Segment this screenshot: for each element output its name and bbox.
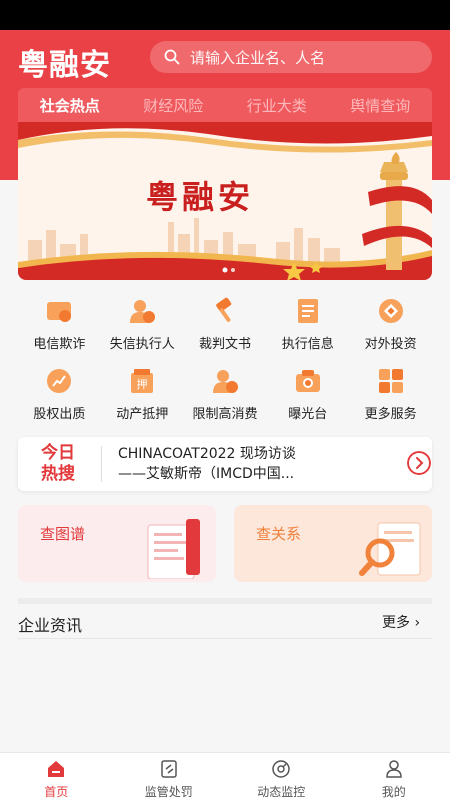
nav-label: 我的: [381, 785, 406, 799]
profile-icon: [385, 760, 402, 778]
hot-search-headline: CHINACOAT2022 现场访谈 ——艾敏斯帝（IMCD中国...: [118, 444, 378, 484]
gavel-icon: [216, 297, 232, 322]
relation-search-label: 查关系: [256, 525, 302, 543]
service-dishonest-person[interactable]: 失信执行人: [101, 295, 184, 365]
nav-home[interactable]: 首页: [0, 753, 113, 800]
tab-public-opinion[interactable]: 舆情查询: [329, 95, 433, 116]
nav-label: 动态监控: [257, 785, 306, 799]
consumption-limit-icon: [212, 370, 238, 393]
service-chattel-mortgage[interactable]: 押 动产抵押: [101, 365, 184, 435]
promo-banner[interactable]: 粤融安: [18, 122, 432, 280]
status-bar: [0, 0, 450, 30]
nav-label: 首页: [44, 785, 69, 799]
investment-icon: [378, 299, 403, 323]
service-label: 股权出质: [33, 407, 86, 422]
banner-title: 粤融安: [146, 178, 255, 216]
category-tabs: 社会热点 财经风险 行业大类 舆情查询: [18, 88, 432, 122]
hot-tag-line1: 今日: [41, 443, 75, 463]
service-label: 执行信息: [281, 337, 334, 352]
graph-search-label: 查图谱: [40, 525, 86, 543]
hot-headline-line2: ——艾敏斯帝（IMCD中国...: [118, 466, 295, 482]
graph-search-card[interactable]: 查图谱: [18, 505, 216, 582]
more-grid-icon: [378, 369, 403, 393]
service-telecom-fraud[interactable]: 电信欺诈: [18, 295, 101, 365]
hot-tag-line2: 热搜: [41, 464, 75, 484]
tab-industry-category[interactable]: 行业大类: [225, 95, 329, 116]
hot-search-tag: 今日 热搜: [34, 443, 82, 485]
service-label: 更多服务: [364, 407, 417, 422]
bottom-nav: 首页 监管处罚 动态监控 我的: [0, 752, 450, 800]
search-input[interactable]: 请输入企业名、人名: [150, 41, 432, 73]
mortgage-icon: 押: [131, 369, 154, 393]
document-illustration-icon: [147, 519, 200, 579]
home-icon: [48, 761, 65, 777]
header: 粤融安 请输入企业名、人名: [0, 30, 450, 85]
news-more-link[interactable]: 更多 ›: [382, 612, 420, 632]
service-consumption-limit[interactable]: 限制高消费: [184, 365, 267, 435]
divider: [101, 446, 102, 482]
hot-headline-line1: CHINACOAT2022 现场访谈: [118, 446, 296, 462]
dishonest-person-icon: [130, 300, 156, 323]
service-judgment-documents[interactable]: 裁判文书: [184, 295, 267, 365]
tab-financial-risk[interactable]: 财经风险: [122, 95, 226, 116]
chart-icon: [47, 369, 72, 393]
service-label: 电信欺诈: [33, 337, 86, 352]
news-section-title: 企业资讯: [18, 616, 83, 635]
relation-search-card[interactable]: 查关系: [234, 505, 432, 582]
svg-text:押: 押: [137, 377, 148, 391]
news-divider: [18, 638, 432, 639]
penalty-icon: [161, 760, 177, 778]
nav-label: 监管处罚: [144, 785, 193, 799]
service-execution-info[interactable]: 执行信息: [266, 295, 349, 365]
app-logo: 粤融安: [18, 48, 111, 83]
service-label: 动产抵押: [116, 407, 169, 422]
service-label: 对外投资: [364, 337, 417, 352]
service-label: 曝光台: [288, 407, 328, 422]
news-more-label: 更多: [382, 615, 410, 631]
document-icon: [297, 299, 318, 323]
nav-monitor[interactable]: 动态监控: [225, 753, 338, 800]
chevron-right-icon[interactable]: [407, 451, 431, 475]
service-more[interactable]: 更多服务: [349, 365, 432, 435]
service-foreign-investment[interactable]: 对外投资: [349, 295, 432, 365]
service-exposure-platform[interactable]: 曝光台: [266, 365, 349, 435]
service-label: 限制高消费: [192, 407, 258, 422]
service-equity-pledge[interactable]: 股权出质: [18, 365, 101, 435]
hot-search-bar[interactable]: 今日 热搜 CHINACOAT2022 现场访谈 ——艾敏斯帝（IMCD中国..…: [18, 437, 432, 491]
service-label: 裁判文书: [198, 337, 251, 352]
nav-penalty[interactable]: 监管处罚: [113, 753, 226, 800]
service-label: 失信执行人: [109, 337, 175, 352]
phone-fraud-icon: [47, 302, 72, 322]
magnifier-illustration-icon: [359, 522, 421, 576]
tab-social-hotspot[interactable]: 社会热点: [18, 95, 122, 116]
chevron-right-icon: ›: [414, 615, 421, 631]
camera-icon: [295, 370, 320, 392]
nav-profile[interactable]: 我的: [338, 753, 450, 800]
service-grid: 电信欺诈 失信执行人 裁判文书 执行信息 对外投资 股权出质 押 动产抵押 限制…: [18, 295, 432, 435]
monitor-icon: [272, 760, 290, 778]
section-divider: [18, 598, 432, 604]
search-placeholder: 请输入企业名、人名: [190, 48, 326, 67]
search-icon: [164, 49, 180, 65]
